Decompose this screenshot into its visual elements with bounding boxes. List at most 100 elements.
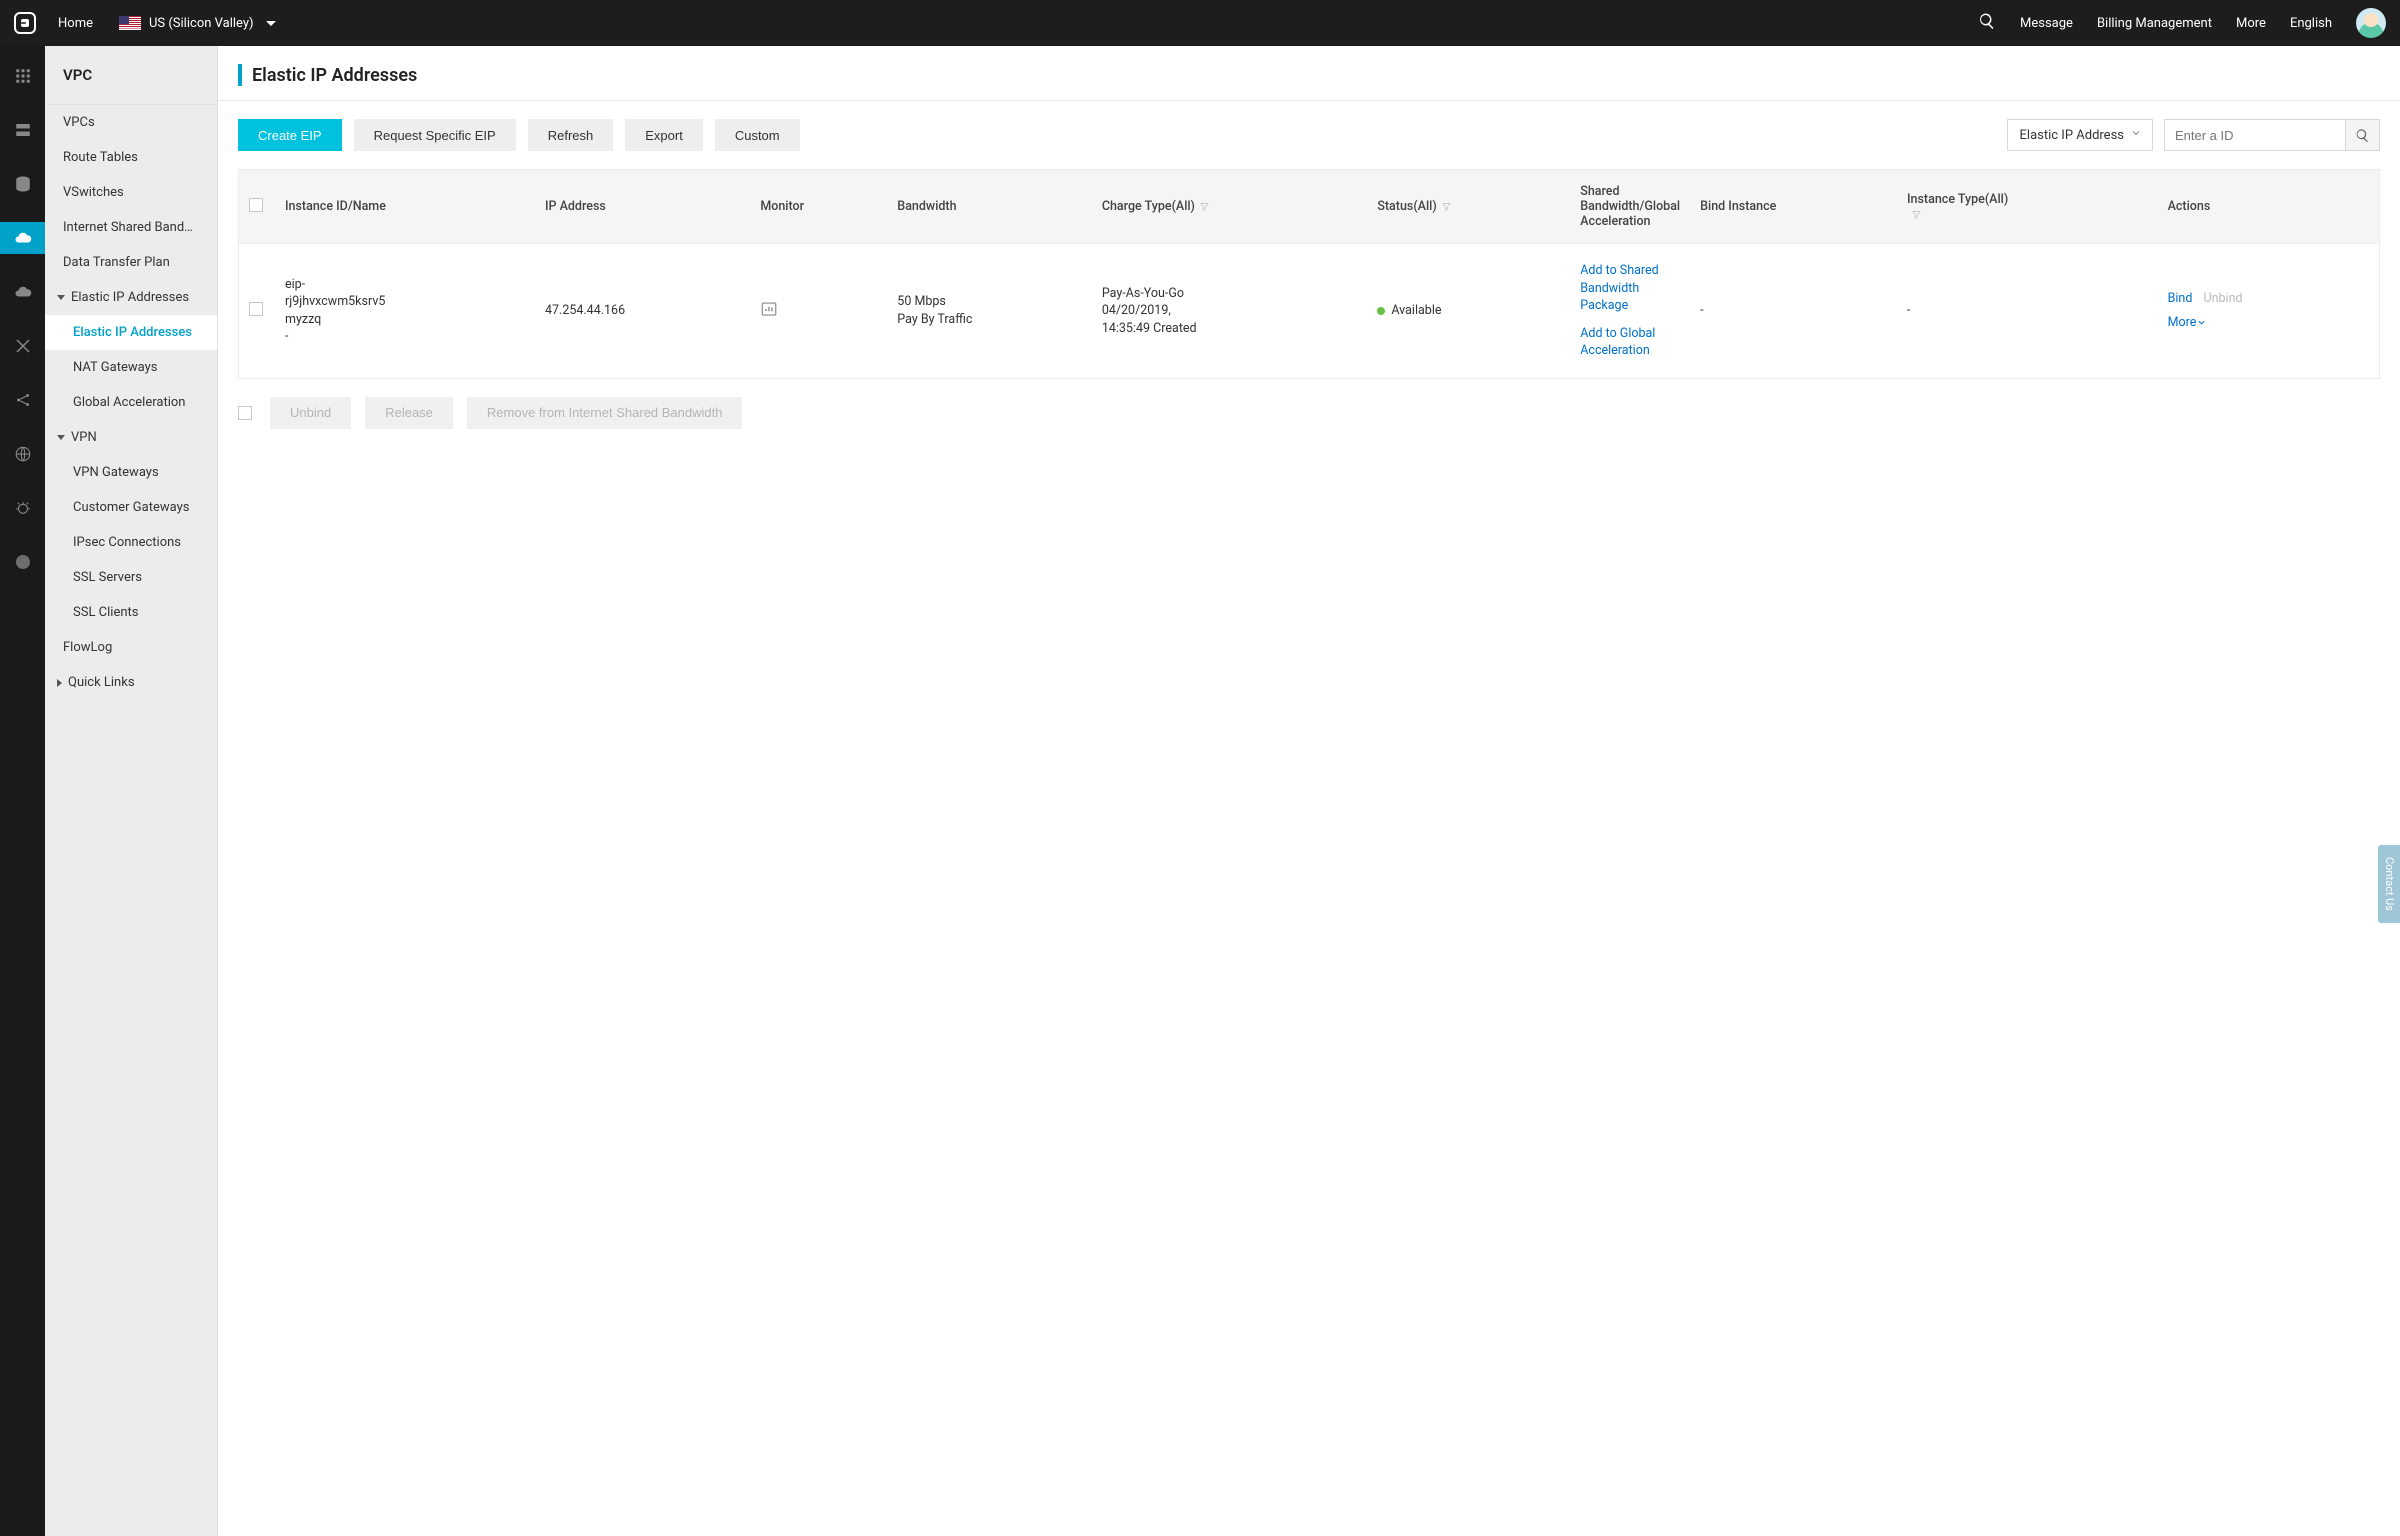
sidebar-group-eip[interactable]: Elastic IP Addresses	[45, 280, 217, 315]
sidebar-group-vpn[interactable]: VPN	[45, 420, 217, 455]
nav-language[interactable]: English	[2290, 16, 2332, 31]
cell-bind-instance: -	[1690, 244, 1897, 378]
rail-globe-icon[interactable]	[0, 438, 45, 470]
sidebar-item-ssl-clients[interactable]: SSL Clients	[45, 595, 217, 630]
refresh-button[interactable]: Refresh	[528, 119, 614, 151]
cell-instance-id: eip- rj9jhvxcwm5ksrv5 myzzq -	[275, 244, 535, 378]
chevron-right-icon	[57, 679, 62, 687]
home-link[interactable]: Home	[58, 16, 93, 31]
col-ip: IP Address	[535, 170, 750, 244]
page-title: Elastic IP Addresses	[252, 65, 417, 86]
bulk-unbind-button[interactable]: Unbind	[270, 397, 351, 429]
cell-status: Available	[1367, 244, 1570, 378]
sidebar-item-ga[interactable]: Global Acceleration	[45, 385, 217, 420]
col-instance: Instance ID/Name	[275, 170, 535, 244]
cell-ip: 47.254.44.166	[535, 244, 750, 378]
table-row: eip- rj9jhvxcwm5ksrv5 myzzq - 47.254.44.…	[239, 244, 2379, 378]
col-monitor: Monitor	[750, 170, 887, 244]
row-checkbox[interactable]	[249, 302, 263, 316]
col-status[interactable]: Status(All)	[1367, 170, 1570, 244]
region-selector[interactable]: US (Silicon Valley)	[119, 16, 276, 31]
col-charge[interactable]: Charge Type(All)	[1092, 170, 1367, 244]
cell-bandwidth: 50 Mbps Pay By Traffic	[887, 244, 1092, 378]
col-actions: Actions	[2158, 170, 2379, 244]
chevron-down-icon	[2130, 127, 2142, 143]
bulk-release-button[interactable]: Release	[365, 397, 453, 429]
bulk-actions: Unbind Release Remove from Internet Shar…	[218, 379, 2400, 447]
custom-button[interactable]: Custom	[715, 119, 800, 151]
cell-charge: Pay-As-You-Go 04/20/2019, 14:35:49 Creat…	[1092, 244, 1367, 378]
sidebar-item-ssl-servers[interactable]: SSL Servers	[45, 560, 217, 595]
eip-table: Instance ID/Name IP Address Monitor Band…	[238, 169, 2380, 379]
filter-type-label: Elastic IP Address	[2020, 128, 2124, 143]
search-icon[interactable]	[1978, 12, 1996, 34]
sidebar-item-vpn-gateways[interactable]: VPN Gateways	[45, 455, 217, 490]
region-label: US (Silicon Valley)	[149, 16, 254, 31]
col-bindinst: Bind Instance	[1690, 170, 1897, 244]
cell-instance-type: -	[1897, 244, 2158, 378]
action-more[interactable]: More	[2168, 315, 2208, 330]
sidebar-item-route-tables[interactable]: Route Tables	[45, 140, 217, 175]
chevron-down-icon	[57, 435, 65, 440]
contact-us-tab[interactable]: Contact Us	[2378, 845, 2400, 923]
brand-logo-icon[interactable]	[14, 12, 36, 34]
rail-apps-icon[interactable]	[0, 60, 45, 92]
nav-billing[interactable]: Billing Management	[2097, 16, 2212, 31]
filter-icon[interactable]	[1437, 199, 1452, 214]
col-insttype[interactable]: Instance Type(All)	[1897, 170, 2158, 244]
cell-monitor[interactable]	[750, 244, 887, 378]
filter-icon[interactable]	[1907, 207, 1922, 222]
search-input[interactable]	[2165, 120, 2345, 150]
sidebar-item-shared-bandwidth[interactable]: Internet Shared Band…	[45, 210, 217, 245]
sidebar-item-vpcs[interactable]: VPCs	[45, 105, 217, 140]
add-shared-bw-link[interactable]: Add to Shared Bandwidth Package	[1580, 263, 1658, 313]
filter-icon[interactable]	[1195, 199, 1210, 214]
monitor-chart-icon[interactable]	[760, 307, 778, 322]
chevron-down-icon	[266, 21, 276, 26]
sidebar-group-eip-label: Elastic IP Addresses	[71, 290, 189, 305]
col-shared: Shared Bandwidth/Global Acceleration	[1570, 170, 1690, 244]
rail-dot-icon[interactable]	[0, 546, 45, 578]
rail-share-icon[interactable]	[0, 384, 45, 416]
sidebar: VPC VPCs Route Tables VSwitches Internet…	[45, 46, 218, 1536]
sidebar-item-data-transfer[interactable]: Data Transfer Plan	[45, 245, 217, 280]
rail-db-icon[interactable]	[0, 168, 45, 200]
search-button[interactable]	[2345, 120, 2379, 150]
select-all-checkbox[interactable]	[249, 198, 263, 212]
action-bind[interactable]: Bind	[2168, 291, 2193, 306]
bulk-remove-button[interactable]: Remove from Internet Shared Bandwidth	[467, 397, 743, 429]
rail-cross-icon[interactable]	[0, 330, 45, 362]
rail-bug-icon[interactable]	[0, 492, 45, 524]
rail-cloud2-icon[interactable]	[0, 276, 45, 308]
sidebar-item-vswitches[interactable]: VSwitches	[45, 175, 217, 210]
main: Elastic IP Addresses Create EIP Request …	[218, 46, 2400, 1536]
cell-shared: Add to Shared Bandwidth Package Add to G…	[1570, 244, 1690, 378]
accent-bar	[238, 64, 242, 86]
table-header-row: Instance ID/Name IP Address Monitor Band…	[239, 170, 2379, 244]
sidebar-group-quick-links[interactable]: Quick Links	[45, 665, 217, 700]
sidebar-title: VPC	[45, 46, 217, 105]
export-button[interactable]: Export	[625, 119, 703, 151]
action-unbind: Unbind	[2204, 291, 2243, 306]
create-eip-button[interactable]: Create EIP	[238, 119, 342, 151]
search-box	[2164, 119, 2380, 151]
cell-actions: Bind Unbind More	[2158, 244, 2379, 378]
sidebar-item-ipsec[interactable]: IPsec Connections	[45, 525, 217, 560]
sidebar-item-eip[interactable]: Elastic IP Addresses	[45, 315, 217, 350]
filter-type-select[interactable]: Elastic IP Address	[2007, 119, 2153, 151]
nav-message[interactable]: Message	[2020, 16, 2073, 31]
request-specific-eip-button[interactable]: Request Specific EIP	[354, 119, 516, 151]
sidebar-item-nat[interactable]: NAT Gateways	[45, 350, 217, 385]
sidebar-item-customer-gateways[interactable]: Customer Gateways	[45, 490, 217, 525]
us-flag-icon	[119, 16, 141, 30]
add-ga-link[interactable]: Add to Global Acceleration	[1580, 326, 1655, 359]
status-dot-icon	[1377, 307, 1385, 315]
sidebar-item-flowlog[interactable]: FlowLog	[45, 630, 217, 665]
rail-server-icon[interactable]	[0, 114, 45, 146]
avatar[interactable]	[2356, 8, 2386, 38]
nav-more[interactable]: More	[2236, 16, 2266, 31]
page-header: Elastic IP Addresses	[218, 46, 2400, 101]
rail-cloud-icon[interactable]	[0, 222, 45, 254]
sidebar-group-vpn-label: VPN	[71, 430, 97, 445]
bulk-select-checkbox[interactable]	[238, 406, 252, 420]
